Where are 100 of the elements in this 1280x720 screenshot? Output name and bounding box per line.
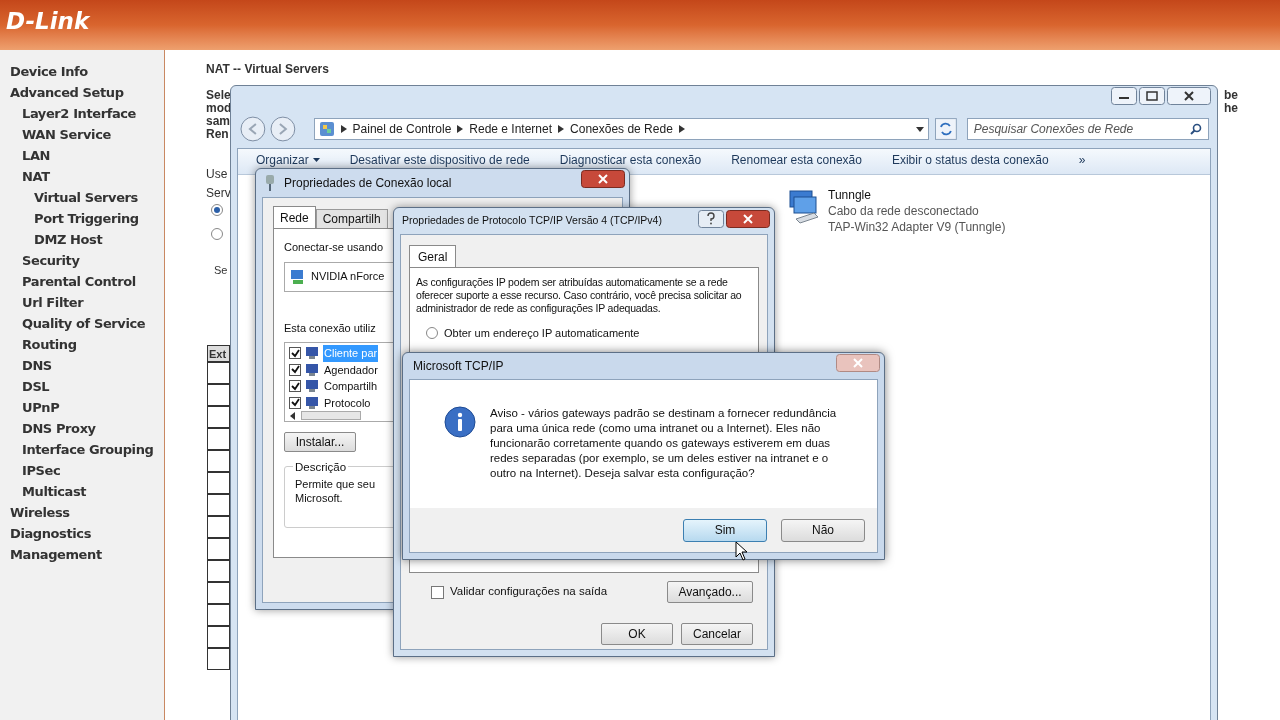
sidebar-link[interactable]: Management — [0, 544, 164, 565]
sidebar-link[interactable]: Wireless — [0, 502, 164, 523]
sidebar-link[interactable]: Advanced Setup — [0, 82, 164, 103]
table-cell — [207, 428, 230, 450]
window-title: Microsoft TCP/IP — [413, 358, 504, 375]
caret-icon — [312, 158, 320, 162]
field-label: Se — [214, 263, 228, 278]
sidebar-link[interactable]: DNS — [0, 355, 164, 376]
table-cell — [207, 648, 230, 670]
warning-message: Aviso - vários gateways padrão se destinam a fornecer redundância para uma única rede (como uma intranet ou a Internet). Eles não funcionarão corretamente quando os gateways estiverem em duas redes separadas (por exemplo, se um deles estiver na intranet e o outro na Internet). Deseja salvar esta configuração? — [490, 406, 838, 481]
dialog-button[interactable]: OK — [601, 623, 673, 645]
list-item[interactable]: Agendador — [323, 361, 379, 378]
list-item[interactable]: Protocolo — [323, 394, 372, 411]
table-cell — [207, 560, 230, 582]
window-title: Propriedades de Protocolo TCP/IP Versão 4 (TCP/IPv4) — [402, 213, 662, 229]
description-text: Microsoft. — [295, 491, 344, 505]
back-icon[interactable] — [240, 116, 266, 142]
description-text: sam — [206, 115, 231, 128]
sidebar-link[interactable]: LAN — [0, 145, 164, 166]
dialog-button[interactable]: Sim — [683, 518, 767, 542]
sidebar-link[interactable]: Parental Control — [0, 271, 164, 292]
search-field[interactable]: Pesquisar Conexões de Rede — [966, 118, 1209, 140]
close-icon[interactable] — [581, 170, 625, 188]
chevron-icon — [340, 125, 347, 133]
radio-button[interactable] — [426, 327, 438, 340]
table-cell — [207, 494, 230, 516]
sidebar-link[interactable]: IPSec — [0, 460, 164, 481]
refresh-icon[interactable] — [934, 118, 957, 140]
table-header: Ext — [207, 345, 230, 362]
list-item[interactable]: Compartilh — [323, 378, 379, 395]
network-adapter-icon — [290, 268, 306, 285]
menu-button[interactable]: Organizar — [256, 151, 320, 169]
close-icon[interactable] — [1167, 87, 1211, 105]
sidebar-link[interactable]: UPnP — [0, 397, 164, 418]
description-text: Ren — [206, 128, 229, 141]
toolbar-button[interactable]: Diagnosticar esta conexão — [559, 151, 702, 169]
checkbox[interactable] — [289, 363, 301, 376]
sidebar-link[interactable]: Interface Grouping — [0, 439, 164, 460]
dialog-button[interactable]: Não — [781, 518, 865, 542]
scroll-left-icon[interactable] — [289, 411, 297, 420]
sidebar-link[interactable]: Multicast — [0, 481, 164, 502]
checkbox[interactable] — [289, 396, 301, 409]
tab[interactable]: Rede — [273, 206, 316, 228]
sidebar-link[interactable]: DSL — [0, 376, 164, 397]
tab[interactable]: Geral — [409, 245, 457, 267]
field-label: Esta conexão utiliz — [284, 321, 376, 334]
tab[interactable]: Compartilh — [315, 209, 388, 228]
close-icon[interactable] — [726, 210, 770, 228]
chevron-icon — [678, 125, 685, 133]
sidebar-link[interactable]: Routing — [0, 334, 164, 355]
sidebar-link[interactable]: Port Triggering — [0, 208, 164, 229]
forward-icon[interactable] — [269, 116, 296, 142]
table-cell — [207, 538, 230, 560]
sidebar-link[interactable]: Device Info — [0, 61, 164, 82]
advanced-button[interactable]: Avançado... — [667, 581, 753, 603]
minimize-icon[interactable] — [1111, 87, 1137, 105]
field-label: Conectar-se usando — [284, 240, 385, 255]
sidebar-link[interactable]: WAN Service — [0, 124, 164, 145]
dialog-button[interactable]: Cancelar — [681, 623, 753, 645]
sidebar-link[interactable]: Virtual Servers — [0, 187, 164, 208]
chevron-icon — [457, 125, 464, 133]
checkbox[interactable] — [289, 380, 301, 393]
network-client-icon — [305, 395, 319, 410]
address-bar[interactable]: Painel de Controle Rede e Internet Conexões de Rede — [313, 118, 929, 140]
toolbar-button[interactable]: Exibir o status desta conexão — [891, 151, 1049, 169]
scrollbar-thumb[interactable] — [301, 411, 361, 420]
checkbox[interactable] — [431, 585, 444, 599]
sidebar-link[interactable]: DMZ Host — [0, 229, 164, 250]
table-cell — [207, 406, 230, 428]
dropdown-caret-icon[interactable] — [915, 126, 924, 132]
toolbar-button[interactable]: Renomear esta conexão — [731, 151, 862, 169]
description-text: be — [1224, 89, 1238, 102]
connection-device: TAP-Win32 Adapter V9 (Tunngle) — [828, 219, 1006, 235]
more-button[interactable]: » — [1078, 151, 1086, 169]
breadcrumb-link[interactable]: Rede e Internet — [469, 120, 553, 138]
breadcrumb-link[interactable]: Conexões de Rede — [570, 120, 673, 138]
toolbar-button[interactable]: Desativar este dispositivo de rede — [349, 151, 530, 169]
sidebar-link[interactable]: Security — [0, 250, 164, 271]
intro-text: As configurações IP podem ser atribuídas automaticamente se a rede oferecer suporte a esse recurso. Caso contrário, você precisa solicitar ao administrador de rede as configurações IP adequadas. — [416, 276, 743, 315]
network-icon — [264, 175, 276, 191]
help-icon[interactable] — [698, 210, 724, 228]
sidebar-link[interactable]: Diagnostics — [0, 523, 164, 544]
sidebar-link[interactable]: Quality of Service — [0, 313, 164, 334]
radio-button[interactable] — [211, 228, 223, 240]
maximize-icon[interactable] — [1139, 87, 1165, 105]
install-button[interactable]: Instalar... — [284, 432, 356, 452]
connection-name[interactable]: Tunngle — [828, 187, 1006, 203]
sidebar-link[interactable]: DNS Proxy — [0, 418, 164, 439]
sidebar-link[interactable]: Layer2 Interface — [0, 103, 164, 124]
info-icon — [444, 406, 476, 438]
network-client-icon — [305, 379, 319, 394]
connection-status: Cabo da rede desconectado — [828, 203, 980, 219]
description-text: Permite que seu — [295, 477, 377, 491]
checkbox-label: Validar configurações na saída — [450, 584, 608, 600]
sidebar-link[interactable]: NAT — [0, 166, 164, 187]
sidebar-link[interactable]: Url Filter — [0, 292, 164, 313]
checkbox[interactable] — [289, 347, 301, 360]
breadcrumb-link[interactable]: Painel de Controle — [352, 120, 452, 138]
radio-button[interactable] — [211, 204, 223, 216]
radio-label: Obter um endereço IP automaticamente — [444, 326, 640, 341]
